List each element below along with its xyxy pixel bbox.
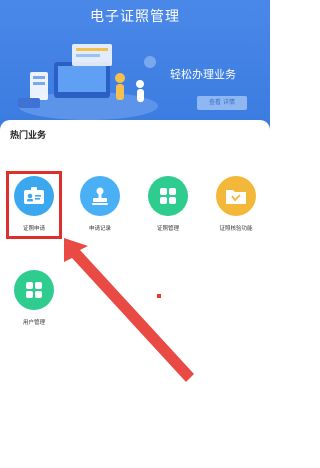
annotation-arrow <box>64 238 194 382</box>
red-dot <box>157 294 161 298</box>
